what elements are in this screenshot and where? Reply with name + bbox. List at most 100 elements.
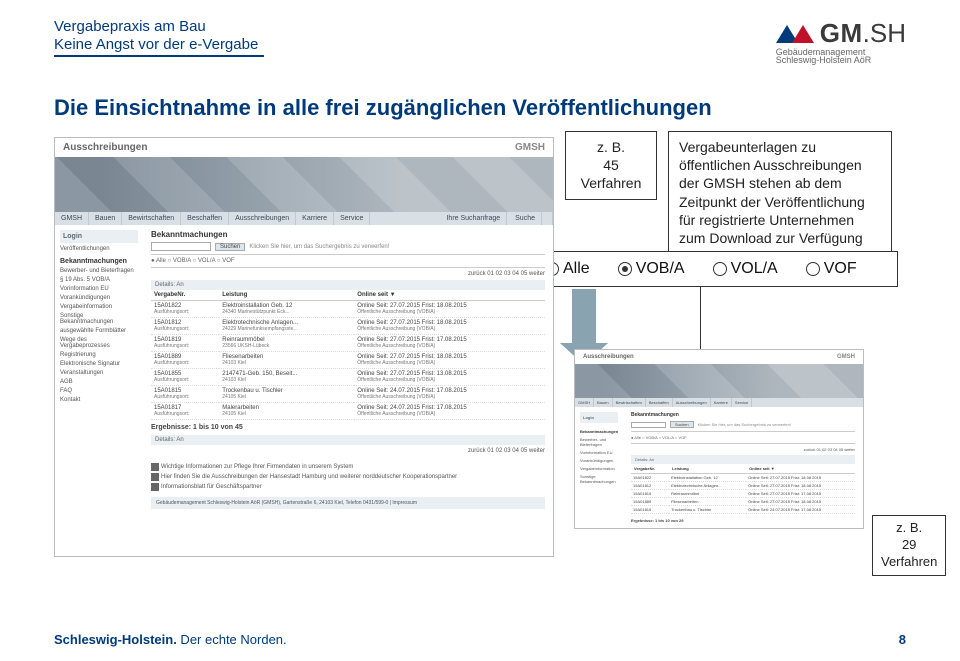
- navbar: GMSH Bauen Bewirtschaften Beschaffen Aus…: [55, 212, 553, 225]
- table-row[interactable]: 15A01812Ausführungsort:Elektrotechnische…: [151, 318, 545, 335]
- sidebar-item[interactable]: Veranstaltungen: [60, 370, 138, 376]
- sidebar-item[interactable]: Vergabeinformation: [580, 466, 618, 471]
- search-input-small[interactable]: [631, 422, 666, 428]
- nav-search[interactable]: Ihre Suchanfrage Suche: [434, 212, 553, 225]
- th-online[interactable]: Online seit ▼: [354, 290, 545, 301]
- nav-bauen[interactable]: Bauen: [89, 212, 122, 225]
- sidebar-item[interactable]: FAQ: [60, 388, 138, 394]
- radio-callout: Alle VOB/A VOL/A VOF: [530, 251, 898, 287]
- sidebar: Login Veröffentlichungen Bekanntmachunge…: [55, 225, 143, 514]
- filter-small[interactable]: ● Alle ○ VOB/A ○ VOL/A ○ VOF: [631, 431, 855, 444]
- details-bar-bottom[interactable]: Details: An: [151, 435, 545, 445]
- search-input[interactable]: [151, 242, 211, 251]
- table-row[interactable]: 15A01819Ausführungsort:Reinraummöbel2356…: [151, 335, 545, 352]
- radio-circle-icon: [713, 262, 727, 276]
- nav-beschaffen[interactable]: Beschaffen: [181, 212, 229, 225]
- note-2[interactable]: 2Hier finden Sie die Ausschreibungen der…: [151, 473, 545, 481]
- login-box[interactable]: Login: [60, 230, 138, 243]
- table-row[interactable]: 15A01815Trockenbau u. TischlerOnline Sei…: [631, 506, 855, 514]
- table-row[interactable]: 15A01812Elektrotechnische Anlagen...Onli…: [631, 482, 855, 490]
- nav-gmsh[interactable]: GMSH: [55, 212, 89, 225]
- nav-item[interactable]: Bewirtschaften: [613, 398, 646, 407]
- login-small[interactable]: Login: [580, 412, 618, 423]
- callout-right-l3: der GMSH stehen ab dem: [679, 174, 881, 192]
- filter-line[interactable]: ● Alle ○ VOB/A ○ VOL/A ○ VOF: [151, 254, 545, 268]
- sidebar-item[interactable]: Wege des Vergabeprozesses: [60, 337, 138, 349]
- nav-item[interactable]: Karriere: [711, 398, 732, 407]
- sidebar-item[interactable]: Vergabeinformation: [60, 304, 138, 310]
- pager-bottom[interactable]: zurück 01 02 03 04 05 weiter: [151, 445, 545, 457]
- search-line: Suchen Klicken Sie hier, um das Sucherge…: [151, 242, 545, 251]
- nav-item[interactable]: GMSH: [575, 398, 594, 407]
- table-row[interactable]: 15A01815Ausführungsort:Trockenbau u. Tis…: [151, 386, 545, 403]
- shot-title-text: Ausschreibungen: [63, 142, 147, 153]
- nav-search-btn[interactable]: Suche: [509, 212, 542, 225]
- nav-item[interactable]: Beschaffen: [646, 398, 673, 407]
- sidebar-item[interactable]: Bekanntmachungen: [580, 429, 618, 434]
- page-header: Vergabepraxis am Bau Keine Angst vor der…: [0, 0, 960, 65]
- shot-brand: GMSH: [515, 142, 545, 153]
- search-hint-small: Klicken Sie hier, um das Suchergebnis zu…: [698, 422, 791, 427]
- radio-voba[interactable]: VOB/A: [618, 260, 685, 278]
- headline: Die Einsichtnahme in alle frei zugänglic…: [0, 65, 960, 131]
- header-text: Vergabepraxis am Bau Keine Angst vor der…: [54, 18, 264, 57]
- nav-item[interactable]: Service: [732, 398, 752, 407]
- search-hint: Klicken Sie hier, um das Suchergebnis zu…: [249, 244, 389, 250]
- table-row[interactable]: 15A01819ReinraummöbelOnline Seit: 27.07.…: [631, 490, 855, 498]
- sidebar-item[interactable]: § 19 Abs. 5 VOB/A: [60, 277, 138, 283]
- ergebnisse-small: Ergebnisse: 1 bis 10 von 29: [631, 518, 855, 523]
- sidebar-item[interactable]: ausgewählte Formblätter: [60, 328, 138, 334]
- banner-image: [55, 157, 553, 212]
- table-row[interactable]: 15A01889Ausführungsort:Fliesenarbeiten24…: [151, 352, 545, 369]
- nav-item[interactable]: Ausschreibungen: [673, 398, 711, 407]
- callout-left: z. B. 45 Verfahren: [565, 131, 657, 200]
- sidebar-item[interactable]: Bekanntmachungen: [60, 258, 138, 265]
- sidebar-item[interactable]: Vorankündigungen: [580, 458, 618, 463]
- dbar-small[interactable]: Details: An: [631, 455, 855, 464]
- footer: Schleswig-Holstein. Der echte Norden. 8: [54, 632, 906, 647]
- maincol-small: Bekanntmachungen SuchenKlicken Sie hier,…: [623, 407, 863, 529]
- sidebar-item[interactable]: Bewerber- und Bieterfragen: [580, 437, 618, 447]
- header-line1: Vergabepraxis am Bau: [54, 18, 264, 35]
- note-3[interactable]: 3Informationsblatt für Geschäftspartner: [151, 483, 545, 491]
- radio-vola[interactable]: VOL/A: [713, 260, 778, 278]
- th-leistung[interactable]: Leistung: [219, 290, 354, 301]
- radio-vof[interactable]: VOF: [806, 260, 857, 278]
- sidebar-item[interactable]: Veröffentlichungen: [60, 246, 138, 252]
- navbar-small: GMSH Bauen Bewirtschaften Beschaffen Aus…: [575, 398, 863, 407]
- note-1[interactable]: 1Wichtige Informationen zur Pflege Ihrer…: [151, 463, 545, 471]
- nav-service[interactable]: Service: [334, 212, 370, 225]
- screenshot-small: Ausschreibungen GMSH GMSH Bauen Bewirtsch…: [574, 349, 864, 529]
- sidebar-item[interactable]: Elektronische Signatur: [60, 361, 138, 367]
- sidebar-item[interactable]: Registrierung: [60, 352, 138, 358]
- table-row[interactable]: 15A01855Ausführungsort:2147471-Geb. 150,…: [151, 369, 545, 386]
- sidebar-item[interactable]: Sonstige Bekanntmachungen: [60, 313, 138, 325]
- sidebar-item[interactable]: Vorinformation EU: [580, 450, 618, 455]
- sidebar-item[interactable]: Vorinformation EU: [60, 286, 138, 292]
- search-btn-small[interactable]: Suchen: [670, 421, 694, 428]
- footer-page: 8: [899, 632, 906, 647]
- details-bar-text: Details: An: [155, 437, 184, 443]
- sidebar-item[interactable]: Sonstige Bekanntmachungen: [580, 474, 618, 484]
- sidebar-item[interactable]: Vorankündigungen: [60, 295, 138, 301]
- nav-karriere[interactable]: Karriere: [296, 212, 334, 225]
- table-row[interactable]: 15A01817Ausführungsort:Malerarbeiten2410…: [151, 403, 545, 420]
- nav-ausschreibungen[interactable]: Ausschreibungen: [229, 212, 296, 225]
- radio-vof-label: VOF: [824, 260, 857, 278]
- details-bar[interactable]: Details: An: [151, 280, 545, 290]
- details-bar-text: Details: An: [155, 282, 184, 288]
- sidebar-item[interactable]: AGB: [60, 379, 138, 385]
- pager-top[interactable]: zurück 01 02 03 04 05 weiter: [151, 268, 545, 280]
- sidebar-item[interactable]: Bewerber- und Bieterfragen: [60, 268, 138, 274]
- pager-small[interactable]: zurück 01 02 03 04 05 weiter: [631, 444, 855, 455]
- connector-line: [700, 287, 701, 351]
- nav-bewirtschaften[interactable]: Bewirtschaften: [122, 212, 181, 225]
- nav-item[interactable]: Bauen: [594, 398, 613, 407]
- callout-left-l2: 45: [576, 156, 646, 174]
- search-button[interactable]: Suchen: [215, 243, 245, 251]
- table-row[interactable]: 15A01889FliesenarbeitenOnline Seit: 27.0…: [631, 498, 855, 506]
- table-row[interactable]: 15A01822Elektroinstallation Geb. 12Onlin…: [631, 474, 855, 482]
- sidebar-item[interactable]: Kontakt: [60, 397, 138, 403]
- th-nr[interactable]: VergabeNr.: [151, 290, 219, 301]
- table-row[interactable]: 15A01822Ausführungsort:Elektroinstallati…: [151, 301, 545, 318]
